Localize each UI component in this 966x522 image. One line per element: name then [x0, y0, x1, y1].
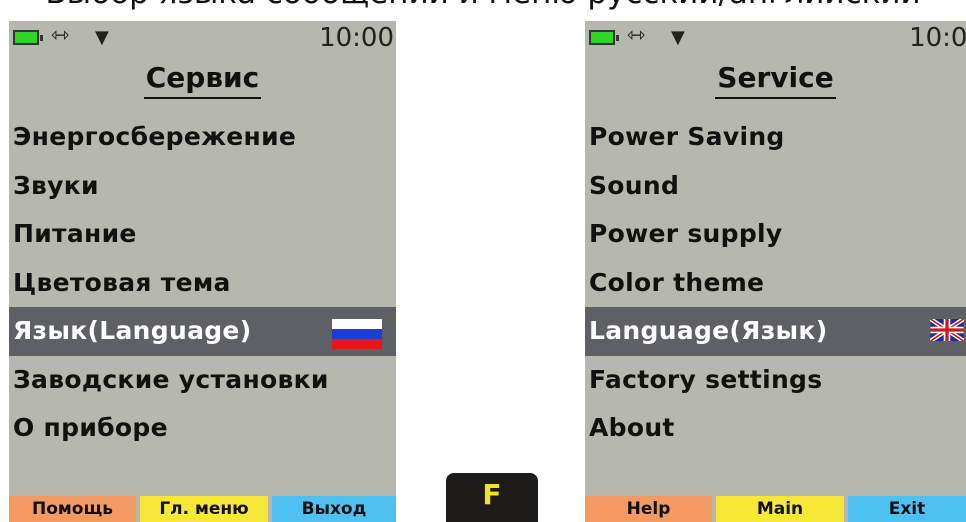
menu-item-factory-settings[interactable]: Factory settings [585, 356, 966, 405]
service-menu: Энергосбережение Звуки Питание Цветовая … [9, 113, 396, 453]
exit-softkey[interactable]: Exit [848, 496, 966, 522]
menu-item-sound[interactable]: Sound [585, 162, 966, 211]
device-screen-english: ⇿ ▼ 10:00 Service Power Saving Sound Pow… [585, 21, 966, 522]
screen-title-text: Сервис [143, 61, 262, 99]
caption-text: Выбор языка сообщений и меню русский/анг… [0, 0, 966, 13]
menu-item-label: Энергосбережение [13, 122, 297, 151]
battery-icon [13, 30, 43, 45]
device-screen-russian: ⇿ ▼ 10:00 Сервис Энергосбережение Звуки … [9, 21, 396, 522]
menu-item-label: Питание [13, 219, 137, 248]
menu-item-power-supply[interactable]: Power supply [585, 210, 966, 259]
screen-title: Сервис [9, 61, 396, 99]
signal-icon: ▼ [95, 27, 109, 48]
help-softkey[interactable]: Help [585, 496, 712, 522]
menu-item-label: Power supply [589, 219, 783, 248]
uk-flag-icon [930, 319, 964, 341]
menu-item-color-theme[interactable]: Цветовая тема [9, 259, 396, 308]
menu-item-power-saving[interactable]: Энергосбережение [9, 113, 396, 162]
menu-item-sounds[interactable]: Звуки [9, 162, 396, 211]
menu-item-label: Factory settings [589, 364, 823, 394]
menu-item-about[interactable]: О приборе [9, 404, 396, 453]
menu-item-label: Язык(Language) [13, 316, 252, 345]
menu-item-about[interactable]: About [585, 404, 966, 453]
clock: 10:00 [909, 23, 966, 53]
menu-item-label: О приборе [13, 413, 168, 442]
battery-icon [589, 30, 619, 45]
menu-item-power-saving[interactable]: Power Saving [585, 113, 966, 162]
menu-item-label: About [589, 413, 675, 442]
menu-item-label: Звуки [13, 170, 99, 200]
help-softkey[interactable]: Помощь [9, 496, 136, 522]
status-bar: ⇿ ▼ 10:00 [9, 21, 396, 57]
service-menu: Power Saving Sound Power supply Color th… [585, 113, 966, 453]
menu-item-language[interactable]: Language(Язык) [585, 307, 966, 356]
menu-item-language[interactable]: Язык(Language) [9, 307, 396, 356]
status-bar: ⇿ ▼ 10:00 [585, 21, 966, 57]
softkey-bar: Help Main Exit [585, 496, 966, 522]
menu-item-label: Заводские установки [13, 364, 329, 394]
softkey-bar: Помощь Гл. меню Выход [9, 496, 396, 522]
exit-softkey[interactable]: Выход [272, 496, 396, 522]
main-menu-softkey[interactable]: Main [716, 496, 844, 522]
menu-item-label: Sound [589, 170, 680, 200]
menu-item-label: Color theme [589, 267, 765, 297]
usb-icon: ⇿ [627, 23, 646, 48]
usb-icon: ⇿ [51, 23, 70, 48]
menu-item-power-supply[interactable]: Питание [9, 210, 396, 259]
russia-flag-icon [332, 319, 382, 349]
f-key-button[interactable]: F [446, 473, 538, 522]
menu-item-label: Power Saving [589, 122, 785, 151]
menu-item-label: Цветовая тема [13, 267, 231, 297]
signal-icon: ▼ [671, 27, 685, 48]
screen-title: Service [585, 61, 966, 99]
screen-title-text: Service [715, 61, 836, 99]
menu-item-color-theme[interactable]: Color theme [585, 259, 966, 308]
clock: 10:00 [319, 23, 394, 53]
menu-item-label: Language(Язык) [589, 316, 828, 345]
main-menu-softkey[interactable]: Гл. меню [140, 496, 268, 522]
menu-item-factory-settings[interactable]: Заводские установки [9, 356, 396, 405]
